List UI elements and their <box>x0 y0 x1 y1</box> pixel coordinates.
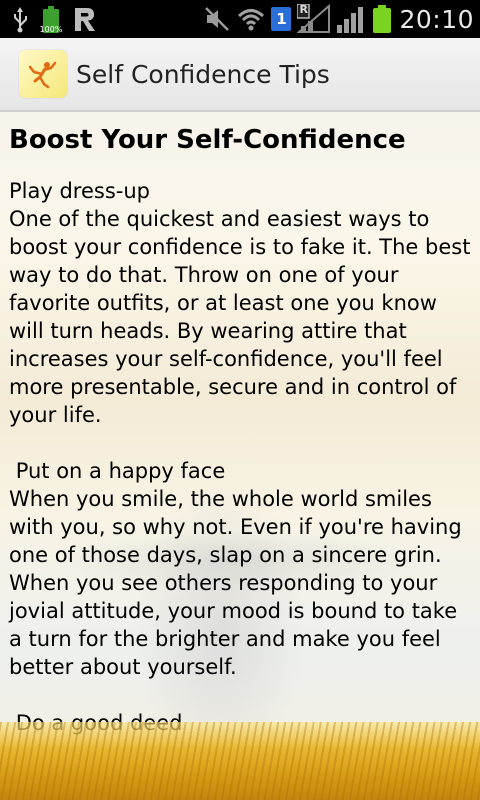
battery-percent-label: 100% <box>39 25 63 34</box>
wifi-icon <box>237 5 265 33</box>
article-view[interactable]: Boost Your Self-Confidence Play dress-up… <box>0 112 480 800</box>
tip-title: Play dress-up <box>9 179 150 203</box>
roaming-letter: R <box>299 3 308 16</box>
signal-icon <box>337 5 367 33</box>
app-title: Self Confidence Tips <box>76 59 330 89</box>
clock: 20:10 <box>399 4 474 34</box>
battery-icon <box>373 5 392 33</box>
sim-icon: 1 <box>271 7 292 31</box>
article: Boost Your Self-Confidence Play dress-up… <box>9 124 475 765</box>
r-app-icon <box>72 5 98 33</box>
tip-section: Play dress-up One of the quickest and ea… <box>9 177 475 429</box>
status-system-icons: 1 R 20:10 <box>203 3 474 35</box>
tip-body: When you smile, the whole world smiles w… <box>9 487 469 679</box>
article-heading: Boost Your Self-Confidence <box>9 125 406 155</box>
battery-icon: 100% <box>39 5 63 34</box>
signal-icon: R <box>297 3 331 34</box>
usb-icon <box>10 5 30 33</box>
status-notifications: 100% <box>10 3 108 35</box>
mute-icon <box>203 5 231 33</box>
status-bar: 100% 1 R 20:10 <box>0 0 480 38</box>
tip-section: Put on a happy face When you smile, the … <box>9 457 475 681</box>
tip-title: Put on a happy face <box>9 459 226 483</box>
tip-body: One of the quickest and easiest ways to … <box>9 207 478 427</box>
wheat-field-image <box>0 722 480 800</box>
action-bar: Self Confidence Tips <box>0 38 480 112</box>
app-logo-icon[interactable] <box>19 50 67 98</box>
